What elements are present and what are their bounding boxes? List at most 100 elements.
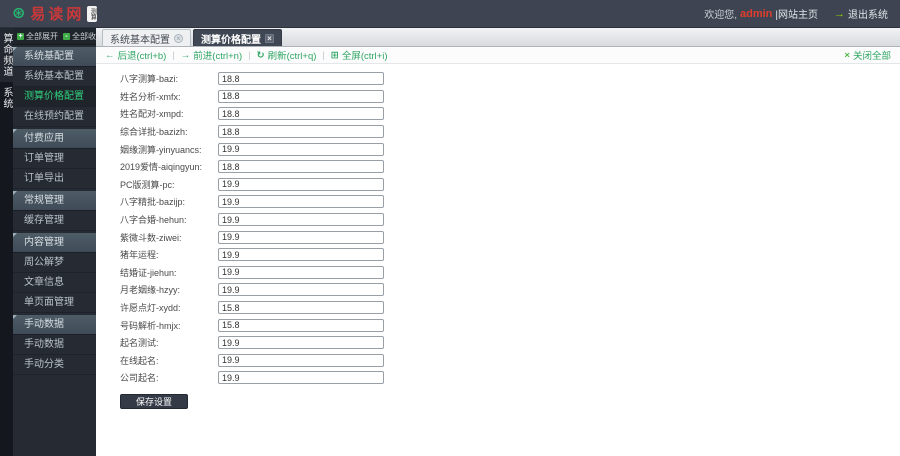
tab-close-icon[interactable]: × bbox=[265, 33, 274, 43]
toolbar-links: ← 后退(ctrl+b) → 前进(ctrl+n) ↻ 刷新(ctrl+q) bbox=[105, 48, 388, 63]
field-label: 2019爱情-aiqingyun: bbox=[120, 162, 203, 173]
price-input[interactable] bbox=[218, 336, 384, 350]
sidebar-menu-item[interactable]: 手动分类 bbox=[13, 355, 96, 375]
field-label: 姻缘测算-yinyuancs: bbox=[120, 144, 202, 155]
toolbar-link[interactable]: ← 后退(ctrl+b) bbox=[105, 48, 166, 63]
form-row: 姓名配对-xmpd: bbox=[120, 105, 900, 123]
toolbar-link-label: 前进(ctrl+n) bbox=[193, 51, 243, 62]
price-input[interactable] bbox=[218, 107, 384, 121]
price-input[interactable] bbox=[218, 318, 384, 332]
sidebar-menu-item[interactable]: 测算价格配置 bbox=[13, 87, 96, 107]
expand-icon: + bbox=[17, 32, 24, 40]
field-label: 八字精批-bazijp: bbox=[120, 197, 186, 208]
sidebar-menu-item[interactable]: 内容管理 bbox=[13, 233, 96, 253]
admin-page: ⊛ 易读网 测算 欢迎您, admin |网站主页 → 退出系统 算命频道 系统… bbox=[0, 0, 900, 456]
close-all-label: 关闭全部 bbox=[852, 51, 891, 62]
header-right: 欢迎您, admin |网站主页 → 退出系统 bbox=[704, 6, 888, 22]
sidebar-menu-item[interactable]: 周公解梦 bbox=[13, 253, 96, 273]
toolbar-link[interactable]: ⊞ 全屏(ctrl+i) bbox=[316, 48, 388, 63]
welcome-text: 欢迎您, bbox=[704, 10, 737, 21]
logout-label: 退出系统 bbox=[848, 10, 888, 21]
form-row: 紫微斗数-ziwei: bbox=[120, 228, 900, 246]
close-all-button[interactable]: × 关闭全部 bbox=[844, 48, 891, 63]
main-area: 系统基本配置 × 测算价格配置 × ← 后退(ctrl+b) | → 前进(ct… bbox=[96, 28, 900, 456]
field-label: 在线起名: bbox=[120, 355, 159, 366]
price-input[interactable] bbox=[218, 125, 384, 139]
toolbar-link-label: 刷新(ctrl+q) bbox=[267, 51, 317, 62]
price-input[interactable] bbox=[218, 177, 384, 191]
form-row: 猪年运程: bbox=[120, 246, 900, 264]
form-row: 许愿点灯-xydd: bbox=[120, 299, 900, 317]
logo-icon: ⊛ bbox=[12, 4, 26, 22]
site-title: 易读网 bbox=[30, 7, 85, 23]
price-input[interactable] bbox=[218, 195, 384, 209]
expand-all-button[interactable]: + 全部展开 bbox=[17, 31, 58, 42]
form-row: 八字合婚-hehun: bbox=[120, 211, 900, 229]
price-input[interactable] bbox=[218, 353, 384, 367]
tab-close-icon[interactable]: × bbox=[174, 33, 183, 43]
sidebar-menu-item[interactable]: 系统基本配置 bbox=[13, 67, 96, 87]
field-label: 猪年运程: bbox=[120, 250, 159, 261]
form-row: 公司起名: bbox=[120, 369, 900, 387]
price-input[interactable] bbox=[218, 230, 384, 244]
price-input[interactable] bbox=[218, 248, 384, 262]
close-all-icon: × bbox=[844, 49, 850, 61]
form-row: 八字精批-bazijp: bbox=[120, 193, 900, 211]
tab[interactable]: 系统基本配置 × bbox=[102, 29, 191, 46]
field-label: 姓名配对-xmpd: bbox=[120, 109, 184, 120]
toolbar: ← 后退(ctrl+b) → 前进(ctrl+n) ↻ 刷新(ctrl+q) bbox=[96, 47, 900, 64]
tab-bar: 系统基本配置 × 测算价格配置 × bbox=[96, 28, 900, 47]
field-label: 综合详批-bazizh: bbox=[120, 127, 188, 138]
sidebar-menu-item[interactable]: 在线预约配置 bbox=[13, 107, 96, 127]
field-label: 公司起名: bbox=[120, 373, 159, 384]
price-input[interactable] bbox=[218, 283, 384, 297]
sidebar-menu-item[interactable]: 付费应用 bbox=[13, 129, 96, 149]
price-form: 八字测算-bazi: 姓名分析-xmfx: 姓名配对-xmpd: bbox=[120, 70, 900, 387]
price-input[interactable] bbox=[218, 301, 384, 315]
sidebar: + 全部展开 - 全部收起 系统基配置 系统基本配置 测算价格配置 在线预约配置… bbox=[13, 28, 104, 456]
price-input[interactable] bbox=[218, 89, 384, 103]
toolbar-link[interactable]: → 前进(ctrl+n) bbox=[166, 48, 243, 63]
price-input[interactable] bbox=[218, 160, 384, 174]
form-panel: 八字测算-bazi: 姓名分析-xmfx: 姓名配对-xmpd: bbox=[96, 64, 900, 410]
form-row: 八字测算-bazi: bbox=[120, 70, 900, 88]
vertical-nav-item[interactable]: 算命频道 bbox=[0, 28, 13, 82]
price-input[interactable] bbox=[218, 142, 384, 156]
vertical-nav-item[interactable]: 系统 bbox=[0, 82, 13, 114]
collapse-icon: - bbox=[63, 32, 70, 40]
toolbar-link-icon: → bbox=[180, 49, 191, 61]
price-input[interactable] bbox=[218, 265, 384, 279]
form-row: 在线起名: bbox=[120, 352, 900, 370]
sidebar-menu-item[interactable]: 文章信息 bbox=[13, 273, 96, 293]
price-input[interactable] bbox=[218, 371, 384, 385]
sidebar-menu-item[interactable]: 常规管理 bbox=[13, 191, 96, 211]
logout-arrow-icon: → bbox=[834, 7, 845, 20]
tab[interactable]: 测算价格配置 × bbox=[193, 29, 282, 46]
price-input[interactable] bbox=[218, 213, 384, 227]
sidebar-menu-item[interactable]: 订单管理 bbox=[13, 149, 96, 169]
sidebar-menu-item[interactable]: 系统基配置 bbox=[13, 47, 96, 67]
toolbar-link-icon: ← bbox=[105, 49, 115, 61]
sidebar-menu-item[interactable]: 单页面管理 bbox=[13, 293, 96, 313]
sidebar-menu-item[interactable]: 订单导出 bbox=[13, 169, 96, 189]
logout-button[interactable]: → 退出系统 bbox=[834, 6, 888, 22]
form-row: 号码解析-hmjx: bbox=[120, 316, 900, 334]
home-link[interactable]: |网站主页 bbox=[775, 6, 818, 21]
field-label: 八字测算-bazi: bbox=[120, 74, 179, 85]
sidebar-menu-item[interactable]: 手动数据 bbox=[13, 315, 96, 335]
field-label: 月老姻缘-hzyy: bbox=[120, 285, 181, 296]
price-input[interactable] bbox=[218, 72, 384, 86]
form-row: 姻缘测算-yinyuancs: bbox=[120, 140, 900, 158]
sidebar-menu-item[interactable]: 手动数据 bbox=[13, 335, 96, 355]
sidebar-menu: 系统基配置 系统基本配置 测算价格配置 在线预约配置 付费应用 订单管理 订单导… bbox=[13, 47, 96, 375]
field-label: 许愿点灯-xydd: bbox=[120, 303, 181, 314]
save-button[interactable]: 保存设置 bbox=[120, 393, 188, 409]
seal-icon: 测算 bbox=[87, 5, 98, 22]
toolbar-link-icon: ⊞ bbox=[330, 49, 339, 61]
tab-label: 系统基本配置 bbox=[110, 34, 170, 46]
sidebar-menu-item[interactable]: 缓存管理 bbox=[13, 211, 96, 231]
top-header: ⊛ 易读网 测算 欢迎您, admin |网站主页 → 退出系统 bbox=[0, 0, 900, 28]
toolbar-link[interactable]: ↻ 刷新(ctrl+q) bbox=[242, 48, 317, 63]
expand-all-label: 全部展开 bbox=[26, 31, 58, 41]
form-row: 月老姻缘-hzyy: bbox=[120, 281, 900, 299]
